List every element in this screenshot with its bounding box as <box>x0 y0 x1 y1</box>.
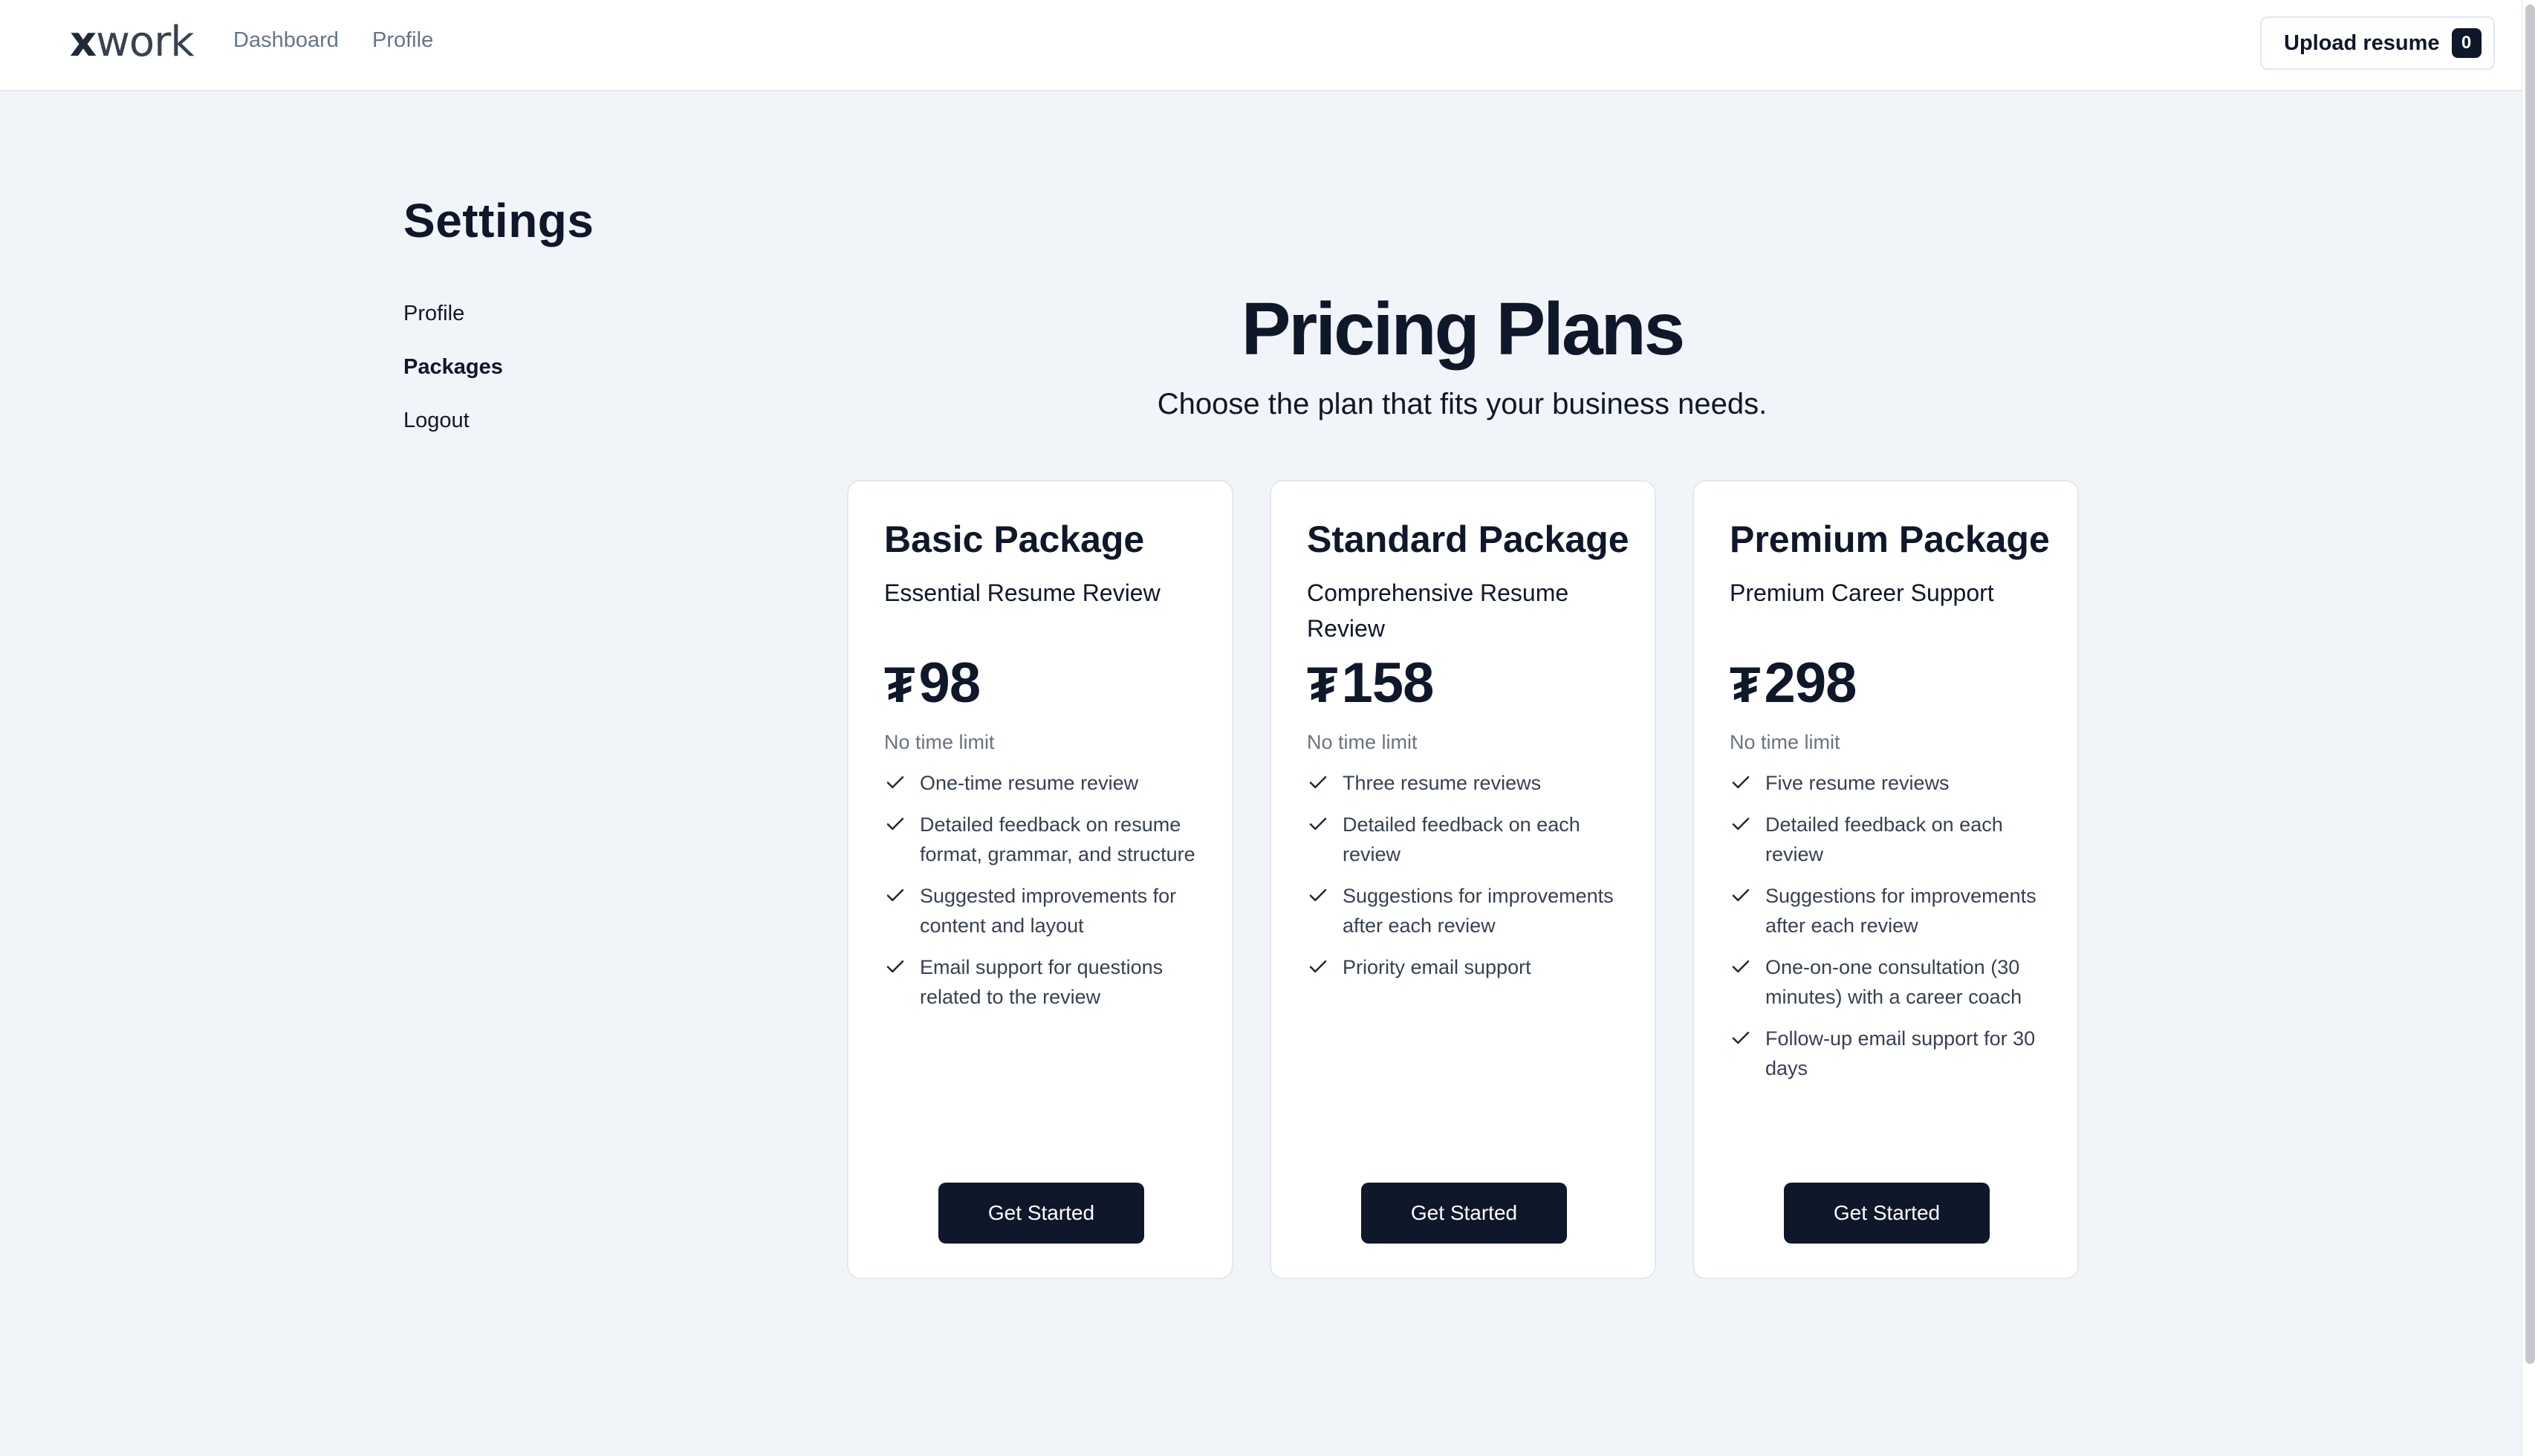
plan-card-standard: Standard Package Comprehensive Resume Re… <box>1270 480 1656 1279</box>
feature-text: Email support for questions related to t… <box>920 956 1163 1008</box>
feature-list: One-time resume review Detailed feedback… <box>884 768 1211 1024</box>
check-icon <box>1730 768 1765 798</box>
check-icon <box>1730 952 1765 982</box>
settings-title: Settings <box>403 194 594 247</box>
plan-price-value: 158 <box>1341 651 1435 715</box>
plan-card-premium: Premium Package Premium Career Support ₮… <box>1692 480 2079 1279</box>
feature-item: Detailed feedback on each review <box>1730 810 2057 869</box>
feature-item: Five resume reviews <box>1730 768 2057 798</box>
check-icon <box>1307 952 1343 982</box>
feature-item: One-on-one consultation (30 minutes) wit… <box>1730 952 2057 1012</box>
currency-symbol: ₮ <box>1307 657 1338 713</box>
feature-item: Email support for questions related to t… <box>884 952 1211 1012</box>
check-icon <box>1730 881 1765 911</box>
check-icon <box>1730 810 1765 839</box>
feature-list: Five resume reviews Detailed feedback on… <box>1730 768 2057 1095</box>
plan-price: ₮298 <box>1730 651 1857 715</box>
feature-item: Suggested improvements for content and l… <box>884 881 1211 940</box>
logo-rest: work <box>96 18 195 66</box>
feature-item: Suggestions for improvements after each … <box>1730 881 2057 940</box>
plan-name: Standard Package <box>1307 519 1629 560</box>
feature-item: Follow-up email support for 30 days <box>1730 1024 2057 1083</box>
feature-text: One-time resume review <box>920 772 1139 794</box>
feature-text: Detailed feedback on each review <box>1343 813 1580 865</box>
feature-item: Detailed feedback on each review <box>1307 810 1634 869</box>
get-started-button[interactable]: Get Started <box>1361 1183 1567 1244</box>
xwork-logo[interactable]: xwork <box>70 18 195 66</box>
sidebar-item-profile[interactable]: Profile <box>403 302 464 326</box>
plan-period: No time limit <box>884 731 995 753</box>
plan-card-basic: Basic Package Essential Resume Review ₮9… <box>847 480 1233 1279</box>
check-icon <box>1307 810 1343 839</box>
get-started-button[interactable]: Get Started <box>938 1183 1144 1244</box>
vertical-scrollbar[interactable] <box>2522 0 2538 1456</box>
upload-resume-label: Upload resume <box>2284 30 2440 55</box>
feature-text: Suggested improvements for content and l… <box>920 885 1177 937</box>
check-icon <box>1730 1024 1765 1053</box>
plan-tagline: Comprehensive Resume Review <box>1307 579 1569 642</box>
plan-price-value: 298 <box>1764 651 1857 715</box>
plan-tagline: Essential Resume Review <box>884 579 1161 606</box>
feature-list: Three resume reviews Detailed feedback o… <box>1307 768 1634 994</box>
feature-item: Detailed feedback on resume format, gram… <box>884 810 1211 869</box>
feature-text: Suggestions for improvements after each … <box>1765 885 2036 937</box>
upload-count-badge: 0 <box>2451 28 2482 58</box>
page: xwork Dashboard Profile Upload resume 0 … <box>0 0 2538 1456</box>
nav-profile-link[interactable]: Profile <box>372 28 433 53</box>
plan-period: No time limit <box>1307 731 1418 753</box>
feature-text: Detailed feedback on each review <box>1765 813 2003 865</box>
feature-text: Five resume reviews <box>1765 772 1950 794</box>
feature-item: One-time resume review <box>884 768 1211 798</box>
check-icon <box>1307 768 1343 798</box>
logo-x: x <box>70 18 97 66</box>
feature-text: One-on-one consultation (30 minutes) wit… <box>1765 956 2022 1008</box>
pricing-subtitle: Choose the plan that fits your business … <box>1157 388 1768 420</box>
currency-symbol: ₮ <box>1730 657 1761 713</box>
plan-name: Premium Package <box>1730 519 2050 560</box>
check-icon <box>1307 881 1343 911</box>
check-icon <box>884 810 920 839</box>
nav-dashboard-link[interactable]: Dashboard <box>233 28 339 53</box>
plan-name: Basic Package <box>884 519 1145 560</box>
feature-text: Suggestions for improvements after each … <box>1343 885 1614 937</box>
plan-tagline: Premium Career Support <box>1730 579 1994 606</box>
plan-price: ₮98 <box>884 651 981 715</box>
sidebar-item-packages[interactable]: Packages <box>403 355 503 380</box>
check-icon <box>884 881 920 911</box>
feature-text: Three resume reviews <box>1343 772 1542 794</box>
pricing-title: Pricing Plans <box>1241 287 1686 371</box>
feature-item: Three resume reviews <box>1307 768 1634 798</box>
currency-symbol: ₮ <box>884 657 915 713</box>
feature-text: Detailed feedback on resume format, gram… <box>920 813 1195 865</box>
check-icon <box>884 952 920 982</box>
feature-text: Follow-up email support for 30 days <box>1765 1027 2036 1079</box>
feature-text: Priority email support <box>1343 956 1531 978</box>
feature-item: Suggestions for improvements after each … <box>1307 881 1634 940</box>
sidebar-item-logout[interactable]: Logout <box>403 409 470 433</box>
scrollbar-thumb[interactable] <box>2525 4 2535 1364</box>
feature-item: Priority email support <box>1307 952 1634 982</box>
upload-resume-button[interactable]: Upload resume 0 <box>2260 16 2495 70</box>
check-icon <box>884 768 920 798</box>
plan-period: No time limit <box>1730 731 1840 753</box>
plan-price-value: 98 <box>918 651 981 715</box>
plan-price: ₮158 <box>1307 651 1435 715</box>
get-started-button[interactable]: Get Started <box>1784 1183 1990 1244</box>
top-navbar: xwork Dashboard Profile Upload resume 0 <box>0 0 2522 91</box>
